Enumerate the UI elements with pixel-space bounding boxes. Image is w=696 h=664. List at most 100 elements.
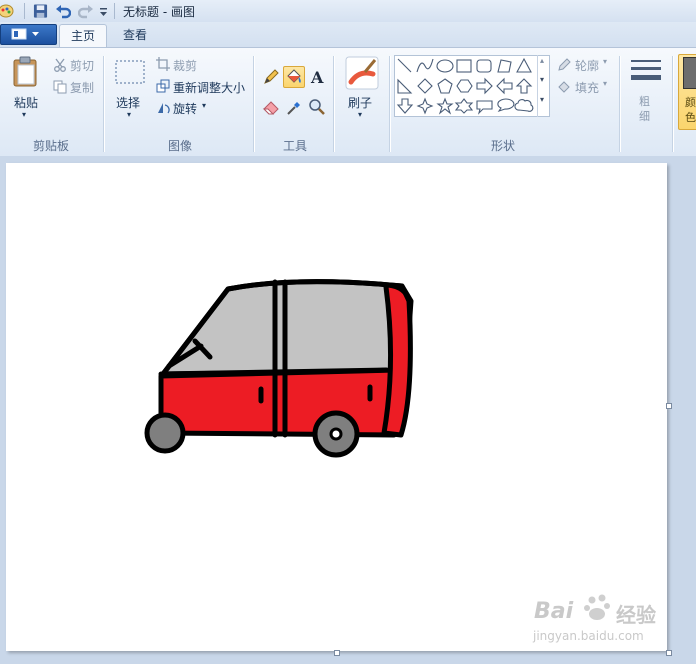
eyedropper-icon <box>287 102 300 115</box>
baidu-paw-icon <box>584 594 610 620</box>
size-button[interactable]: 粗细 <box>626 54 666 126</box>
shapes-scrollbar[interactable]: ▴ ▾ ▾ <box>537 55 550 117</box>
crop-button[interactable]: 裁剪 <box>173 57 197 74</box>
paste-label: 粘贴 <box>14 96 39 110</box>
up-arrow-shape-icon[interactable] <box>515 78 533 94</box>
cloud-callout-shape-icon[interactable] <box>514 99 534 112</box>
fill-button[interactable]: 填充 <box>575 79 599 96</box>
shapes-expand-icon[interactable]: ▾ <box>540 95 544 104</box>
color-picker-tool[interactable] <box>283 96 305 118</box>
diamond-shape-icon[interactable] <box>417 78 433 94</box>
tab-view[interactable]: 查看 <box>112 24 158 48</box>
group-separator <box>389 56 390 152</box>
line-shape-icon[interactable] <box>397 58 412 73</box>
watermark-brand: Bai <box>534 599 574 624</box>
canvas-resize-handle-right[interactable] <box>666 403 672 409</box>
four-point-star-shape-icon[interactable] <box>416 97 434 115</box>
right-triangle-shape-icon[interactable] <box>397 78 413 94</box>
six-point-star-shape-icon[interactable] <box>454 98 474 114</box>
rounded-callout-shape-icon[interactable] <box>476 100 493 115</box>
save-icon[interactable] <box>33 3 48 19</box>
color1-button[interactable]: 颜色 <box>678 54 696 130</box>
rotate-button[interactable]: 旋转 <box>173 100 197 117</box>
brush-icon <box>345 56 379 90</box>
tab-home-label: 主页 <box>70 29 95 43</box>
curve-shape-icon[interactable] <box>416 58 434 73</box>
crop-icon <box>156 57 170 71</box>
pencil-icon <box>264 69 279 84</box>
color1-swatch <box>683 57 696 89</box>
paint-app-icon[interactable] <box>0 3 14 19</box>
left-arrow-shape-icon[interactable] <box>496 77 513 95</box>
size-lines-icon <box>631 60 661 80</box>
group-separator <box>619 56 620 152</box>
red-car-drawing <box>144 279 414 458</box>
shapes-gallery-icons <box>396 57 534 115</box>
shapes-gallery <box>394 55 550 117</box>
car-front-wheel <box>144 412 186 454</box>
select-button[interactable]: 选择 ▾ <box>112 54 146 126</box>
right-arrow-shape-icon[interactable] <box>476 77 493 95</box>
text-a-icon: A <box>310 68 324 87</box>
outline-button[interactable]: 轮廓 <box>575 57 599 74</box>
fill-tool[interactable] <box>283 66 305 88</box>
customize-qat-icon[interactable] <box>99 3 108 19</box>
pencil-tool[interactable] <box>260 66 282 88</box>
select-dropdown-arrow: ▾ <box>127 110 132 119</box>
brushes-label: 刷子 <box>348 96 373 110</box>
shapes-scroll-up-icon[interactable]: ▴ <box>540 56 544 65</box>
undo-icon[interactable] <box>55 3 71 19</box>
image-group-label: 图像 <box>167 139 192 153</box>
shapes-scroll-down-icon[interactable]: ▾ <box>540 75 544 84</box>
color1-label: 颜色 <box>685 96 696 124</box>
rotate-icon <box>158 103 170 114</box>
car-rear-wheel-hub <box>329 427 343 441</box>
window-title: 无标题 - 画图 <box>123 5 195 19</box>
paste-button[interactable]: 粘贴 ▾ <box>8 54 44 126</box>
oval-shape-icon[interactable] <box>436 59 454 73</box>
magnifier-icon <box>309 99 325 115</box>
rectangle-shape-icon[interactable] <box>456 59 472 73</box>
pentagon-shape-icon[interactable] <box>437 78 453 94</box>
eraser-tool[interactable] <box>260 96 282 118</box>
outline-pencil-icon <box>558 58 571 71</box>
copy-icon <box>53 80 67 94</box>
resize-button[interactable]: 重新调整大小 <box>173 79 245 96</box>
magnifier-tool[interactable] <box>306 96 328 118</box>
polygon-shape-icon[interactable] <box>497 59 512 73</box>
rotate-dropdown-arrow: ▾ <box>202 101 207 110</box>
text-tool[interactable]: A <box>306 66 328 88</box>
watermark-brand-suffix: 经验 <box>616 603 656 627</box>
redo-icon[interactable] <box>78 3 94 19</box>
canvas-resize-handle-corner[interactable] <box>666 650 672 656</box>
group-separator <box>333 56 334 152</box>
copy-button[interactable]: 复制 <box>70 79 94 96</box>
brushes-dropdown-arrow: ▾ <box>358 110 363 119</box>
drawing-canvas[interactable]: Bai 经验 jingyan.baidu.com <box>6 163 667 651</box>
five-point-star-shape-icon[interactable] <box>436 97 454 115</box>
select-label: 选择 <box>116 96 141 110</box>
resize-icon <box>156 79 170 93</box>
outline-dropdown-arrow: ▾ <box>603 57 608 66</box>
clipboard-group-label: 剪贴板 <box>32 139 69 153</box>
brushes-button[interactable]: 刷子 ▾ <box>342 54 382 126</box>
down-arrow-shape-icon[interactable] <box>396 98 414 114</box>
rounded-rectangle-shape-icon[interactable] <box>476 59 492 73</box>
tab-view-label: 查看 <box>122 28 147 42</box>
fill-bucket-icon <box>287 69 301 83</box>
group-separator <box>103 56 104 152</box>
tools-group-label: 工具 <box>282 139 307 153</box>
paint-menu-button[interactable] <box>0 24 57 45</box>
canvas-resize-handle-bottom[interactable] <box>334 650 340 656</box>
svg-text:A: A <box>310 68 324 87</box>
tab-home[interactable]: 主页 <box>59 24 107 49</box>
hexagon-shape-icon[interactable] <box>456 79 473 93</box>
cut-button[interactable]: 剪切 <box>70 57 94 74</box>
oval-callout-shape-icon[interactable] <box>497 98 515 113</box>
watermark-url: jingyan.baidu.com <box>533 629 644 643</box>
group-separator <box>672 56 673 152</box>
shapes-group-label: 形状 <box>490 139 515 153</box>
select-rectangle-icon <box>115 60 145 84</box>
triangle-shape-icon[interactable] <box>516 57 532 73</box>
size-label: 粗细 <box>639 95 650 123</box>
